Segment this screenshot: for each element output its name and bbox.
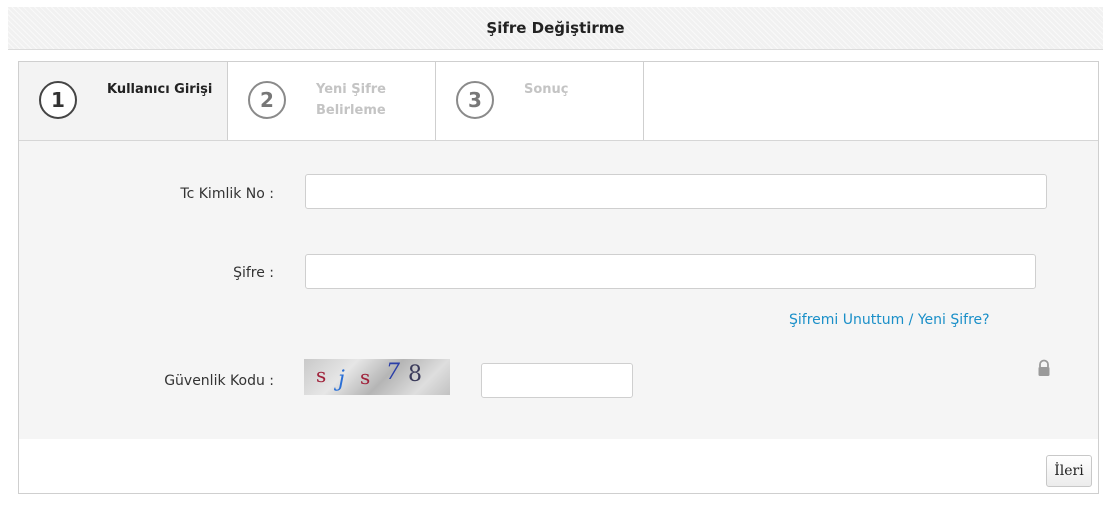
step-3-label: Sonuç [524, 82, 569, 97]
password-input[interactable] [305, 254, 1036, 289]
step-1-number: 1 [39, 81, 77, 119]
password-label: Şifre : [233, 265, 274, 281]
page-header: Şifre Değiştirme [8, 7, 1103, 50]
wizard-steps: 1 Kullanıcı Girişi 2 Yeni Şifre Belirlem… [19, 62, 1098, 141]
step-1-label: Kullanıcı Girişi [107, 82, 213, 97]
step-new-password: 2 Yeni Şifre Belirleme [228, 62, 436, 140]
next-button[interactable]: İleri [1046, 455, 1092, 487]
form-area: Tc Kimlik No : Şifre : Şifremi Unuttum /… [19, 141, 1098, 439]
security-code-label: Güvenlik Kodu : [164, 373, 274, 389]
forgot-password-link[interactable]: Şifremi Unuttum / Yeni Şifre? [789, 312, 990, 328]
page-title: Şifre Değiştirme [486, 19, 625, 37]
tc-label: Tc Kimlik No : [180, 186, 274, 202]
step-user-login: 1 Kullanıcı Girişi [19, 62, 228, 140]
step-result: 3 Sonuç [436, 62, 644, 140]
tc-input[interactable] [305, 174, 1047, 209]
captcha-image: s j s 7 8 [304, 359, 450, 395]
step-3-number: 3 [456, 81, 494, 119]
step-2-label: Yeni Şifre Belirleme [316, 82, 386, 118]
lock-icon [1038, 359, 1050, 376]
security-code-input[interactable] [481, 363, 633, 398]
password-change-panel: 1 Kullanıcı Girişi 2 Yeni Şifre Belirlem… [18, 61, 1099, 494]
step-2-number: 2 [248, 81, 286, 119]
